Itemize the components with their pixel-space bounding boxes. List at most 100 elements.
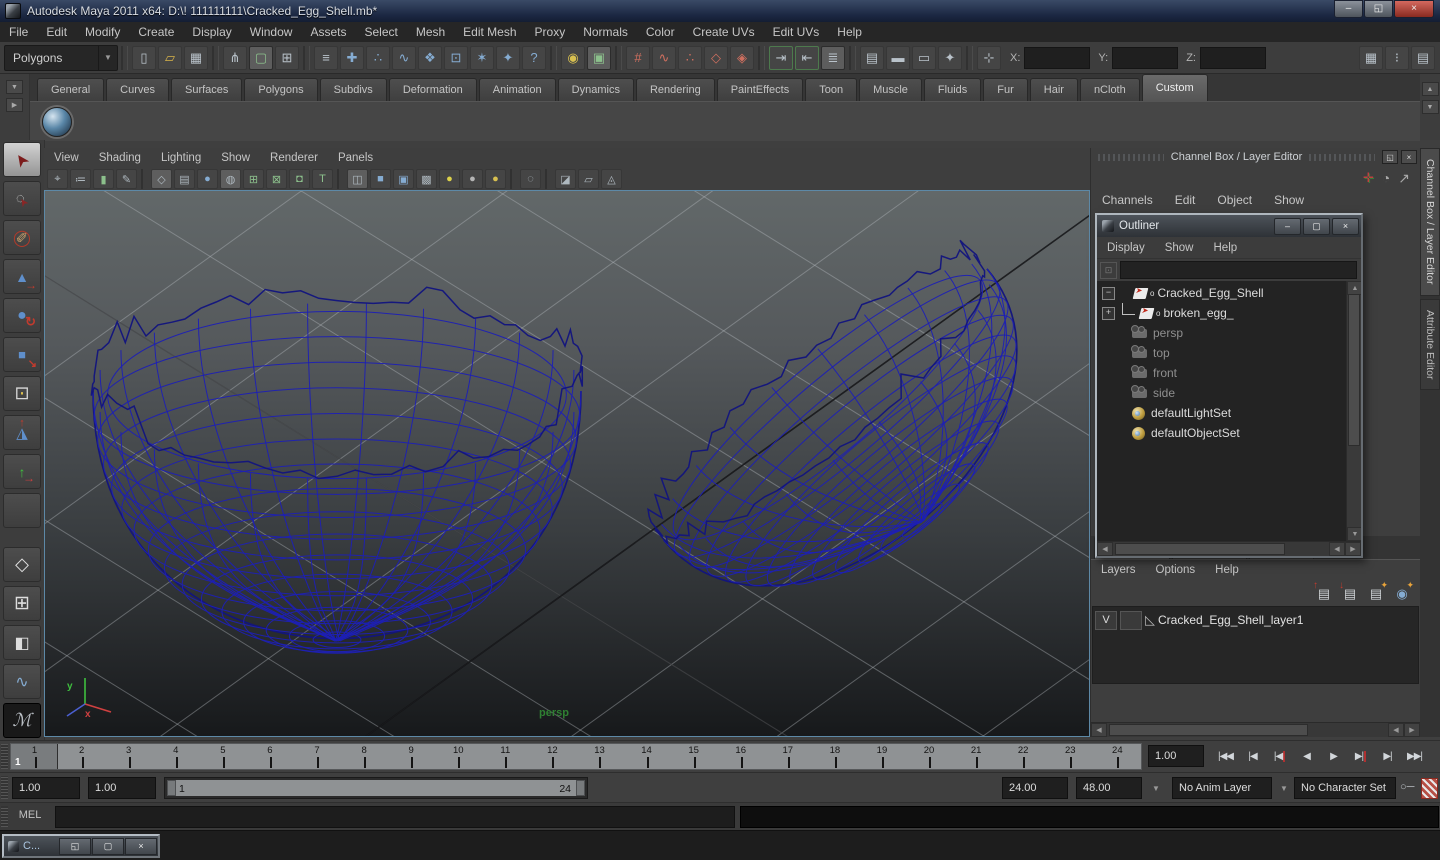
shelf-menu-icon[interactable]: ▶: [6, 98, 23, 112]
playback-end-field[interactable]: 24.00: [1002, 777, 1068, 799]
rotate-tool-button[interactable]: [3, 298, 41, 333]
outliner-menu-item[interactable]: Display: [1097, 238, 1155, 258]
menu-item[interactable]: Edit Mesh: [454, 22, 525, 42]
frame-tick[interactable]: 11: [482, 744, 529, 769]
frame-tick[interactable]: 6: [246, 744, 293, 769]
select-all-mask-icon[interactable]: ✚: [340, 45, 364, 70]
range-end-handle[interactable]: [576, 780, 585, 796]
highlight-selection-icon[interactable]: ▣: [587, 45, 611, 70]
show-attribute-editor-icon[interactable]: ▤: [1411, 45, 1435, 70]
step-back-key-button[interactable]: |◀: [1266, 744, 1293, 770]
close-panel-button[interactable]: ×: [1401, 150, 1417, 164]
expander-toggle[interactable]: +: [1102, 306, 1115, 320]
toolbar-divider[interactable]: [550, 45, 557, 70]
render-settings-icon[interactable]: ✦: [938, 45, 962, 70]
layer-visibility-toggle[interactable]: V: [1095, 610, 1117, 630]
anim-layer-selector[interactable]: No Anim Layer: [1172, 777, 1272, 799]
snap-to-curve-icon[interactable]: ∿: [652, 45, 676, 70]
shelf-tab[interactable]: nCloth: [1079, 78, 1140, 101]
scroll-left-icon[interactable]: ◀: [1091, 723, 1107, 737]
expander-toggle[interactable]: [1102, 368, 1113, 379]
new-scene-icon[interactable]: ▯: [132, 45, 156, 70]
close-button[interactable]: ×: [125, 837, 157, 855]
panel-menu-item[interactable]: Shading: [89, 148, 151, 168]
maximize-button[interactable]: ▢: [92, 837, 124, 855]
frame-tick[interactable]: 5: [199, 744, 246, 769]
outliner-window[interactable]: Outliner –▢× DisplayShowHelp ⊡ − o: [1095, 213, 1363, 558]
perspective-viewport[interactable]: y x persp: [44, 190, 1090, 737]
go-to-start-button[interactable]: |◀◀: [1212, 744, 1239, 770]
select-deformations-mask-icon[interactable]: ⊡: [444, 45, 468, 70]
toolbar-divider[interactable]: [121, 45, 128, 70]
paint-select-tool-button[interactable]: [3, 220, 41, 255]
range-bar[interactable]: 1 24: [167, 780, 585, 796]
playback-start-field[interactable]: 1.00: [88, 777, 156, 799]
scroll-left-icon[interactable]: ◀: [1388, 723, 1404, 737]
select-curves-mask-icon[interactable]: ∿: [392, 45, 416, 70]
layer-editor-scrollbar[interactable]: ◀ ◀ ▶: [1091, 722, 1420, 737]
show-manipulator-button[interactable]: [3, 454, 41, 489]
pick-camera-icon[interactable]: ⌖: [47, 169, 68, 189]
shelf-tab[interactable]: Curves: [106, 78, 169, 101]
shelf-tab[interactable]: Subdivs: [319, 78, 387, 101]
panel-menu-item[interactable]: Show: [211, 148, 260, 168]
shelf-tab[interactable]: Fluids: [923, 78, 982, 101]
toolbar-divider[interactable]: [141, 169, 147, 189]
command-results-field[interactable]: [740, 806, 1439, 828]
select-by-component-icon[interactable]: ⊞: [275, 45, 299, 70]
toolbar-divider[interactable]: [510, 169, 516, 189]
minimize-window-button[interactable]: –: [1334, 0, 1363, 18]
step-forward-frame-button[interactable]: ▶|: [1374, 744, 1401, 770]
expander-toggle[interactable]: [1102, 428, 1113, 439]
minimize-button[interactable]: –: [1274, 217, 1301, 235]
frame-tick[interactable]: 24: [1094, 744, 1141, 769]
persp-outliner-layout-button[interactable]: [3, 625, 41, 660]
play-backwards-button[interactable]: ◀: [1293, 744, 1320, 770]
frame-tick[interactable]: 17: [764, 744, 811, 769]
x-coordinate-input[interactable]: [1024, 46, 1091, 69]
shelf-tab[interactable]: Fur: [983, 78, 1028, 101]
menu-item[interactable]: File: [0, 22, 37, 42]
scrollbar-thumb[interactable]: [1115, 543, 1286, 555]
layer-color-swatch-icon[interactable]: ◺: [1145, 612, 1155, 628]
shelf-tab[interactable]: PaintEffects: [716, 78, 804, 101]
show-tool-settings-icon[interactable]: ⁝: [1385, 45, 1409, 70]
open-scene-icon[interactable]: ▱: [158, 45, 182, 70]
drag-handle[interactable]: [1, 806, 8, 827]
timeline-track[interactable]: 1 1 2 3 4 5 6 7 8 9 10 11 12 13 14 15 16 17 18 19 20 21 22 23 2…: [10, 743, 1142, 770]
layer-editor-menu-item[interactable]: Options: [1146, 560, 1206, 580]
shelf-tab[interactable]: Surfaces: [170, 78, 243, 101]
menu-item[interactable]: Color: [637, 22, 684, 42]
frame-tick[interactable]: 21: [953, 744, 1000, 769]
input-connections-icon[interactable]: ⇥: [769, 45, 793, 70]
restore-button[interactable]: ◱: [59, 837, 91, 855]
auto-keyframe-icon[interactable]: [1421, 778, 1438, 799]
select-tool-button[interactable]: [3, 142, 41, 177]
layer-display-type-box[interactable]: [1120, 610, 1142, 630]
frame-tick[interactable]: 7: [293, 744, 340, 769]
animation-end-field[interactable]: 48.00: [1076, 777, 1142, 799]
move-tool-button[interactable]: [3, 259, 41, 294]
toolbar-divider[interactable]: [337, 169, 343, 189]
manipulator-axis-icon[interactable]: ✛: [1363, 170, 1374, 186]
frame-tick[interactable]: 20: [905, 744, 952, 769]
shelf-tab-arrow-icon[interactable]: ▼: [6, 80, 23, 94]
hud-text-icon[interactable]: T: [312, 169, 333, 189]
lasso-select-tool-button[interactable]: [3, 181, 41, 216]
menu-item[interactable]: Help: [828, 22, 871, 42]
close-button[interactable]: ×: [1332, 217, 1359, 235]
panel-menu-item[interactable]: Renderer: [260, 148, 328, 168]
step-forward-key-button[interactable]: ▶|: [1347, 744, 1374, 770]
panel-menu-item[interactable]: View: [44, 148, 89, 168]
drag-handle[interactable]: [1309, 153, 1375, 161]
default-light-icon[interactable]: ●: [462, 169, 483, 189]
frame-tick[interactable]: 1: [11, 744, 58, 769]
menu-item[interactable]: Modify: [76, 22, 129, 42]
expander-toggle[interactable]: −: [1102, 286, 1115, 300]
camera-attributes-icon[interactable]: ≔: [70, 169, 91, 189]
menu-item[interactable]: Create UVs: [684, 22, 764, 42]
image-plane-icon[interactable]: ✎: [116, 169, 137, 189]
chevron-down-icon[interactable]: ▼: [1274, 777, 1294, 799]
shelf-tab[interactable]: Deformation: [388, 78, 477, 101]
toolbar-divider[interactable]: [758, 45, 765, 70]
